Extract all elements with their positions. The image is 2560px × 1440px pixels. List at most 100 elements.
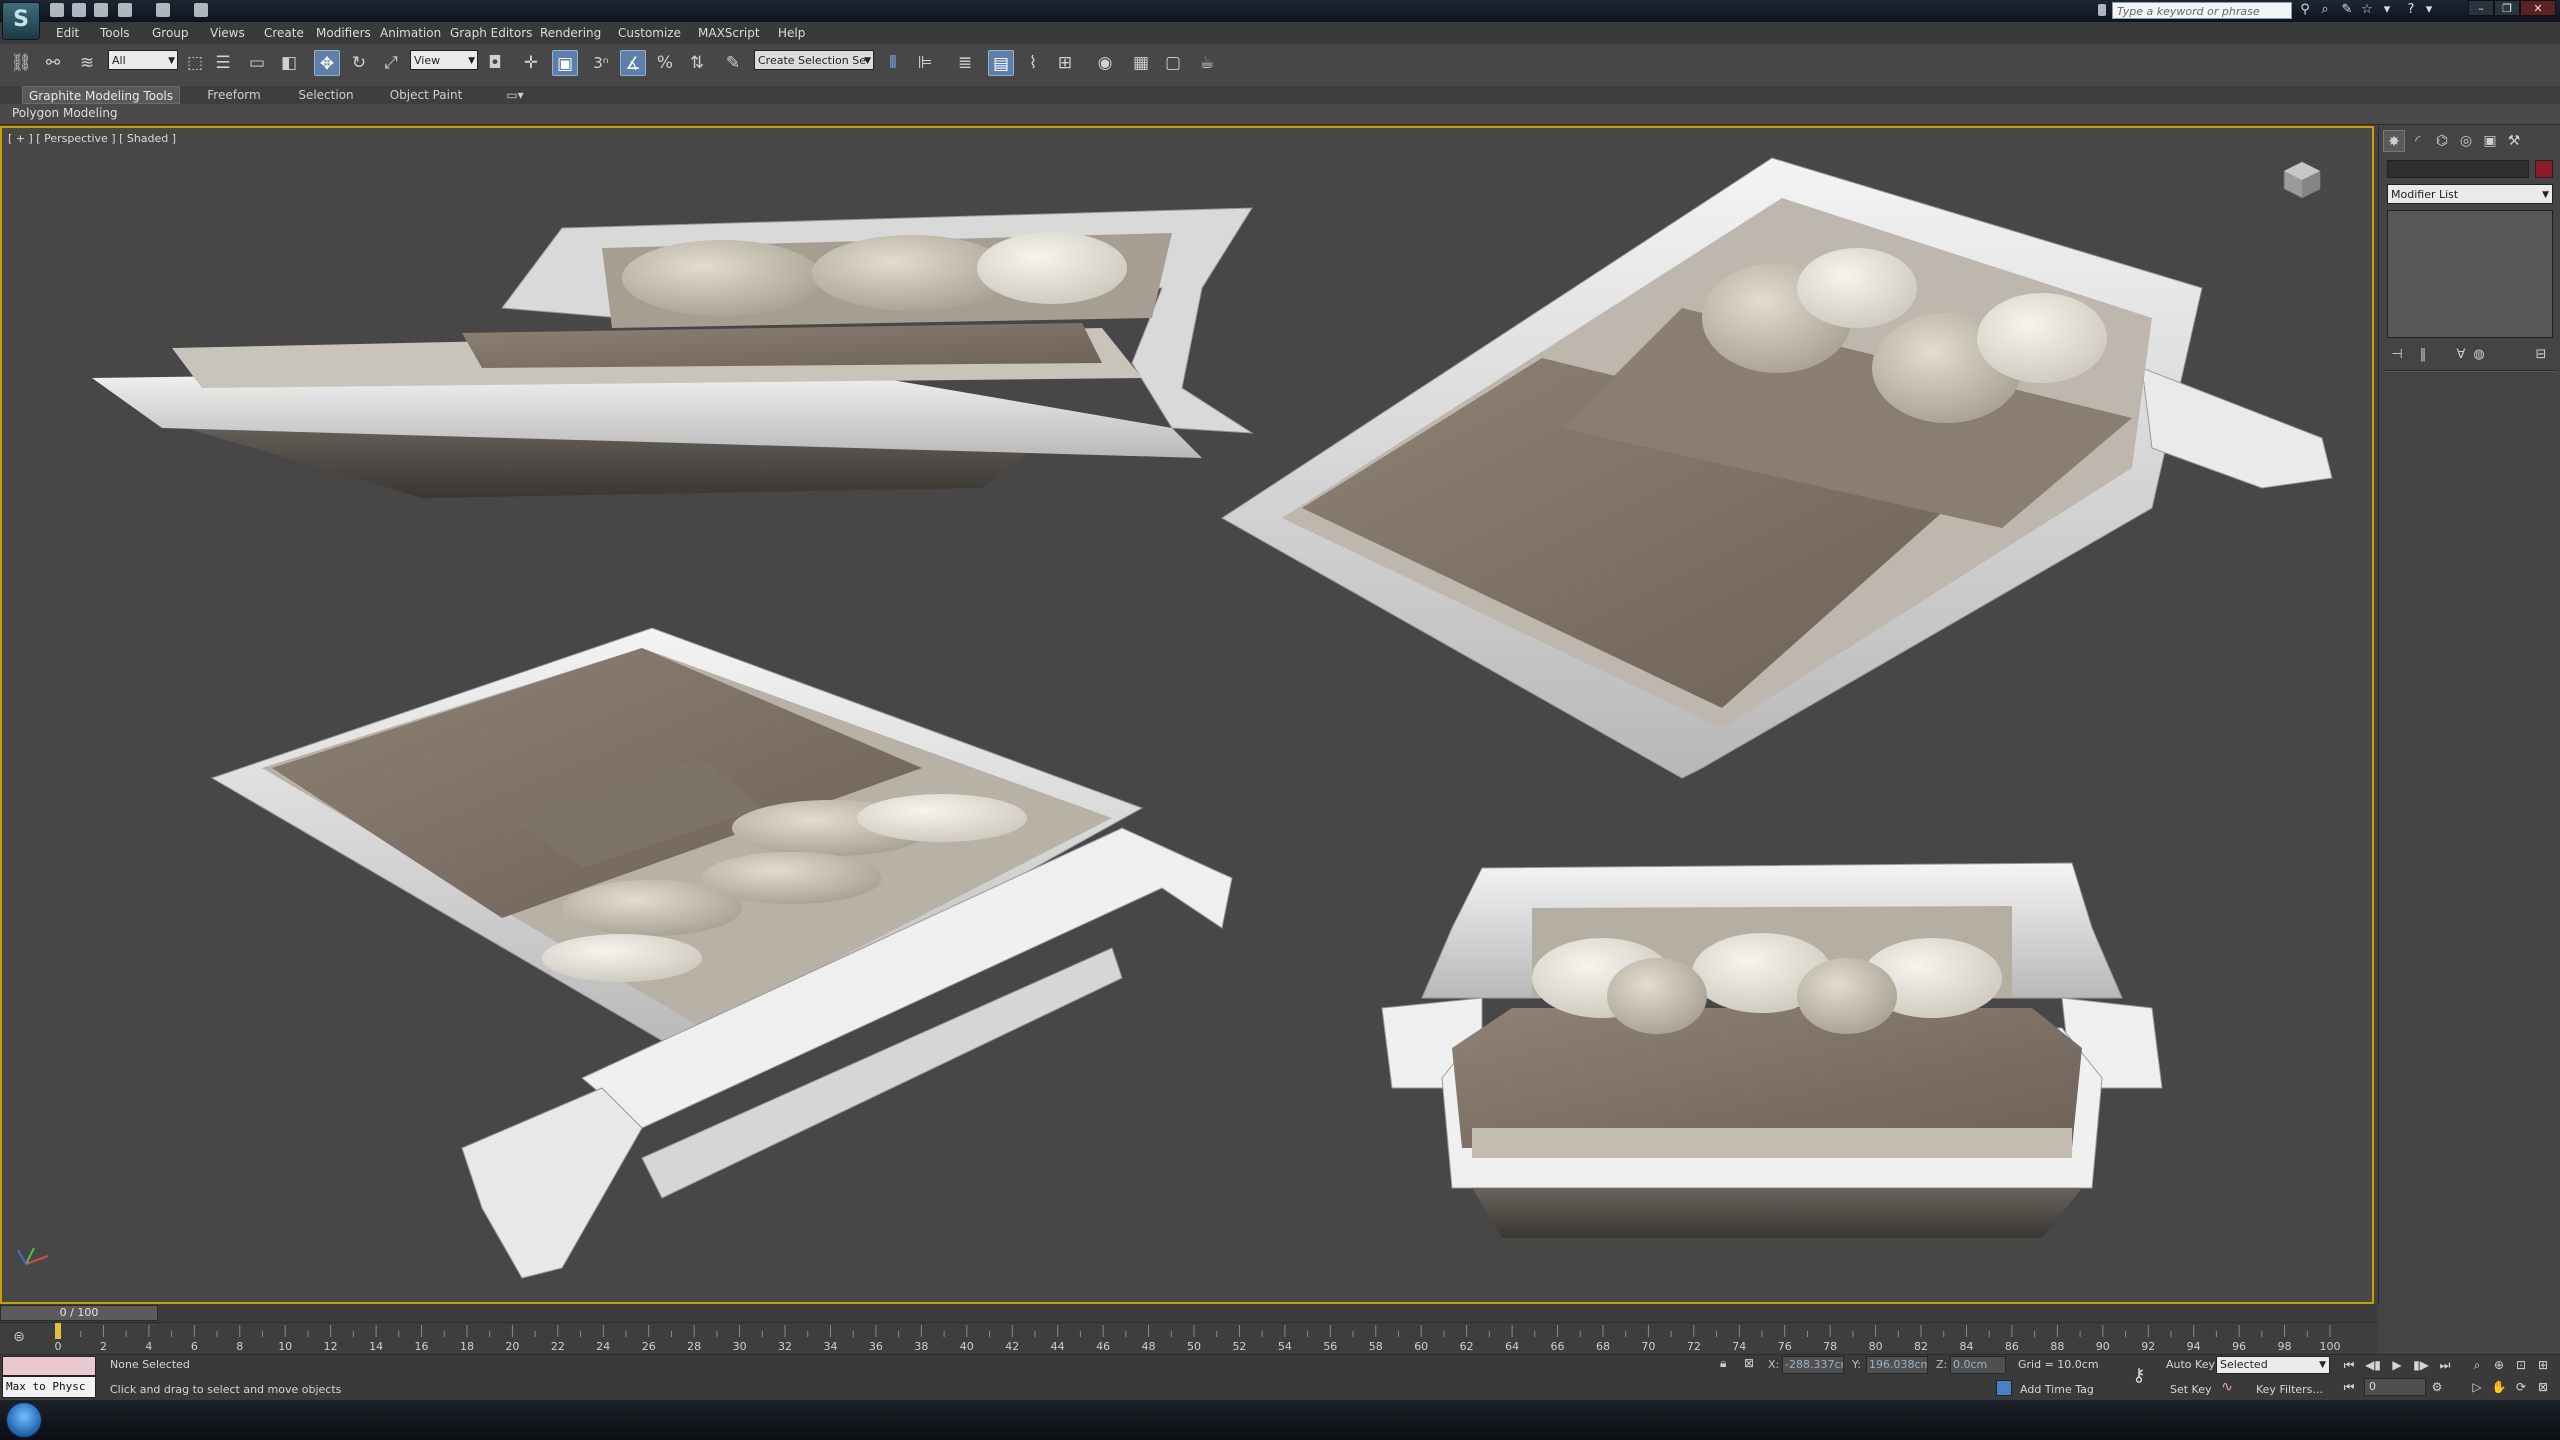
menu-create[interactable]: Create xyxy=(264,26,304,40)
add-time-tag-button[interactable]: Add Time Tag xyxy=(2020,1383,2094,1396)
menu-views[interactable]: Views xyxy=(210,26,245,40)
select-manipulate-icon[interactable]: ✛ xyxy=(518,50,544,76)
bed-model-1[interactable] xyxy=(92,207,1254,498)
make-unique-icon[interactable]: ∀ xyxy=(2451,346,2471,364)
lock-selection-icon[interactable]: 🔒︎ xyxy=(1720,1356,1734,1372)
polygon-modeling-button[interactable]: Polygon Modeling xyxy=(12,104,118,122)
edit-named-selection-icon[interactable]: ✎ xyxy=(720,50,746,76)
render-teapot-icon[interactable]: ☕ xyxy=(1194,50,1220,76)
show-end-result-icon[interactable]: ‖ xyxy=(2413,346,2433,364)
key-mode-toggle-icon[interactable]: ⏮ xyxy=(2340,1378,2358,1396)
tab-graphite-modeling-tools[interactable]: Graphite Modeling Tools xyxy=(22,86,180,104)
maximize-viewport-icon[interactable]: ⊠ xyxy=(2534,1378,2552,1396)
time-slider-thumb[interactable]: 0 / 100 xyxy=(0,1305,158,1321)
close-button[interactable]: ✕ xyxy=(2520,0,2556,16)
set-key-button[interactable]: Set Key xyxy=(2170,1383,2212,1396)
key-filters-button[interactable]: Key Filters... xyxy=(2256,1383,2323,1396)
object-color-swatch[interactable] xyxy=(2535,160,2553,178)
time-slider[interactable] xyxy=(0,1304,2378,1322)
modifier-stack[interactable] xyxy=(2387,210,2553,338)
ribbon-options-icon[interactable]: ▭▾ xyxy=(498,86,532,104)
select-by-name-icon[interactable]: ☰ xyxy=(210,50,236,76)
search-icon[interactable]: ⌕ xyxy=(2318,3,2332,17)
absolute-mode-icon[interactable]: ⊠ xyxy=(1744,1356,1760,1372)
mirror-icon[interactable]: ⫴ xyxy=(880,50,906,76)
time-configuration-icon[interactable]: ⚙ xyxy=(2428,1378,2446,1396)
bed-model-4[interactable] xyxy=(1381,862,2163,1238)
start-button-icon[interactable] xyxy=(6,1402,42,1438)
material-editor-icon[interactable]: ◉ xyxy=(1092,50,1118,76)
selection-filter-dropdown[interactable]: All ▼ xyxy=(108,50,178,70)
current-frame-field[interactable]: 0 xyxy=(2364,1378,2426,1396)
orbit-icon[interactable]: ⟳ xyxy=(2512,1378,2530,1396)
percent-snap-icon[interactable]: % xyxy=(652,50,678,76)
communication-center-icon[interactable]: ✎ xyxy=(2340,3,2354,17)
bed-model-2[interactable] xyxy=(1221,157,2333,779)
tab-freeform[interactable]: Freeform xyxy=(196,86,272,104)
next-frame-icon[interactable]: ▮▶ xyxy=(2412,1356,2430,1374)
binoculars-icon[interactable]: ⚲ xyxy=(2298,3,2312,17)
auto-key-button[interactable]: Auto Key xyxy=(2166,1358,2215,1371)
previous-frame-icon[interactable]: ◀▮ xyxy=(2364,1356,2382,1374)
menu-customize[interactable]: Customize xyxy=(618,26,681,40)
pan-view-icon[interactable]: ✋ xyxy=(2490,1378,2508,1396)
project-folder-icon[interactable] xyxy=(194,3,208,17)
go-to-start-icon[interactable]: ⏮ xyxy=(2340,1356,2358,1374)
reference-coordinate-dropdown[interactable]: View ▼ xyxy=(410,50,478,70)
angle-snap-icon[interactable]: ∡ xyxy=(620,50,646,76)
window-crossing-icon[interactable]: ◧ xyxy=(276,50,302,76)
zoom-extents-all-icon[interactable]: ⊞ xyxy=(2534,1356,2552,1374)
track-bar[interactable]: 0 2 4 6 8 10 12 14 16 18 20 22 24 26 28 30 32 34 36 38 40 42 4… xyxy=(0,1322,2378,1355)
utilities-tab-icon[interactable]: ⚒ xyxy=(2503,130,2525,152)
tab-object-paint[interactable]: Object Paint xyxy=(380,86,472,104)
zoom-icon[interactable]: ⌕ xyxy=(2468,1356,2486,1374)
tab-selection[interactable]: Selection xyxy=(290,86,362,104)
favorites-star-icon[interactable]: ☆ xyxy=(2360,3,2374,17)
object-name-field[interactable] xyxy=(2387,160,2529,178)
menu-tools[interactable]: Tools xyxy=(100,26,130,40)
menu-maxscript[interactable]: MAXScript xyxy=(698,26,760,40)
hierarchy-tab-icon[interactable]: ⌬ xyxy=(2431,130,2453,152)
maxscript-listener-input[interactable]: Max to Physc xyxy=(2,1376,96,1398)
undo-icon[interactable] xyxy=(118,3,132,17)
bind-space-warp-icon[interactable]: ≋ xyxy=(74,50,100,76)
zoom-extents-icon[interactable]: ⊡ xyxy=(2512,1356,2530,1374)
menu-rendering[interactable]: Rendering xyxy=(540,26,601,40)
rendered-frame-window-icon[interactable]: ▢ xyxy=(1160,50,1186,76)
align-icon[interactable]: ⊫ xyxy=(912,50,938,76)
maxscript-listener-output[interactable] xyxy=(2,1356,96,1376)
menu-graph-editors[interactable]: Graph Editors xyxy=(450,26,532,40)
bed-model-3[interactable] xyxy=(210,627,1233,1279)
search-input[interactable]: Type a keyword or phrase xyxy=(2112,2,2292,19)
motion-tab-icon[interactable]: ◎ xyxy=(2455,130,2477,152)
viewcube-icon[interactable] xyxy=(2280,158,2324,202)
spinner-snap-icon[interactable]: ⇅ xyxy=(684,50,710,76)
help-icon[interactable]: ? xyxy=(2404,3,2418,17)
menu-help[interactable]: Help xyxy=(778,26,805,40)
open-file-icon[interactable] xyxy=(72,3,86,17)
minimize-button[interactable]: – xyxy=(2468,0,2494,16)
select-object-icon[interactable]: ⬚ xyxy=(182,50,208,76)
open-mini-curve-editor-icon[interactable]: ⊜ xyxy=(8,1326,30,1348)
current-frame-marker[interactable] xyxy=(55,1323,61,1339)
time-tag-icon[interactable] xyxy=(1996,1380,2012,1396)
display-tab-icon[interactable]: ▣ xyxy=(2479,130,2501,152)
graphite-toggle-icon[interactable]: ▤ xyxy=(988,50,1014,76)
redo-icon[interactable] xyxy=(156,3,170,17)
named-selection-sets-dropdown[interactable]: Create Selection Se ▼ xyxy=(754,50,874,70)
select-and-rotate-icon[interactable]: ↻ xyxy=(346,50,372,76)
keyboard-shortcut-override-icon[interactable]: ▣ xyxy=(552,50,578,76)
play-icon[interactable]: ▶ xyxy=(2388,1356,2406,1374)
field-of-view-icon[interactable]: ▷ xyxy=(2468,1378,2486,1396)
configure-modifier-sets-icon[interactable]: ⊟ xyxy=(2531,346,2551,364)
schematic-view-icon[interactable]: ⊞ xyxy=(1052,50,1078,76)
rectangular-selection-icon[interactable]: ▭ xyxy=(244,50,270,76)
render-setup-icon[interactable]: ▦ xyxy=(1128,50,1154,76)
dropdown-icon[interactable]: ▾ xyxy=(2380,3,2394,17)
snaps-toggle-icon[interactable]: 3ⁿ xyxy=(588,50,614,76)
menu-animation[interactable]: Animation xyxy=(380,26,441,40)
app-logo-icon[interactable]: S xyxy=(2,2,40,40)
restore-button[interactable]: ❐ xyxy=(2494,0,2520,16)
pin-stack-icon[interactable]: ⊣ xyxy=(2387,346,2407,364)
layer-manager-icon[interactable]: ≣ xyxy=(952,50,978,76)
